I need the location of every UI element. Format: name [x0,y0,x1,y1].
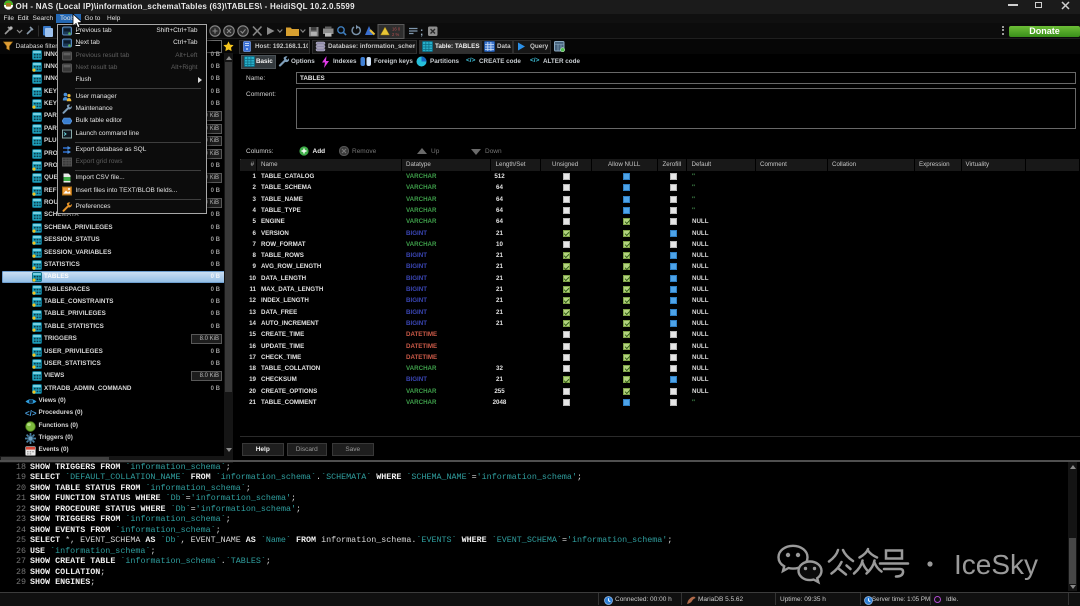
svg-text:2 %: 2 % [392,32,399,37]
svg-text:;: ; [420,27,423,38]
svg-text:IceSky: IceSky [954,549,1038,580]
svg-text:16 0: 16 0 [392,27,401,32]
